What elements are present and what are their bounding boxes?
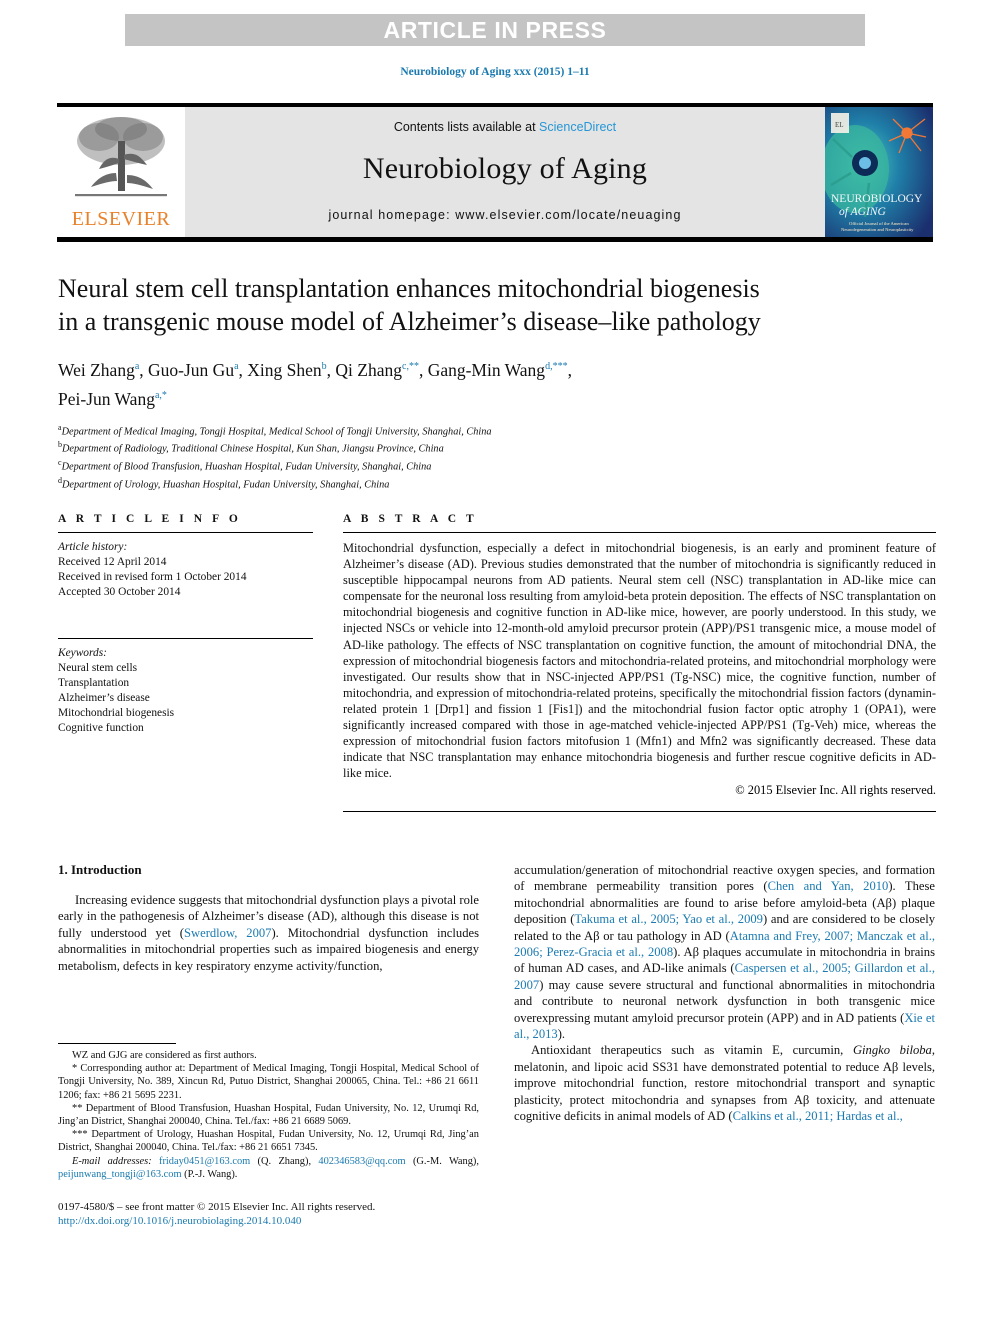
author-affiliation-mark: a [234,361,239,372]
citation-link[interactable]: Caspersen et al., 2005; Gillardon et al.… [514,961,935,991]
keyword-item: Neural stem cells [58,662,138,674]
abstract-heading: A B S T R A C T [343,513,478,525]
footnote-emails: E-mail addresses: friday0451@163.com (Q.… [58,1155,479,1180]
author-name: Wei Zhang [58,359,135,380]
abstract-text: Mitochondrial dysfunction, especially a … [343,541,936,781]
issn-line: 0197-4580/$ – see front matter © 2015 El… [58,1201,376,1213]
footnote-first-authors: WZ and GJG are considered as first autho… [72,1050,257,1061]
article-history-item: Received in revised form 1 October 2014 [58,571,247,583]
abstract-bottom-rule [343,811,936,813]
email-link[interactable]: friday0451@163.com [159,1156,250,1167]
cover-title-line1: NEUROBIOLOGY [831,193,923,205]
svg-text:EL: EL [835,121,844,129]
keyword-item: Transplantation [58,677,130,689]
elsevier-logo: ELSEVIER [57,107,185,237]
article-info-heading: A R T I C L E I N F O [58,513,242,525]
footnotes-block: WZ and GJG are considered as first autho… [58,1043,479,1181]
author-affiliation-mark: a,* [154,389,167,401]
abstract-copyright: © 2015 Elsevier Inc. All rights reserved… [735,783,936,798]
affiliation-item: aDepartment of Medical Imaging, Tongji H… [58,422,492,438]
journal-masthead: ELSEVIER Contents lists available at Sci… [57,103,933,242]
cover-title-line2: of AGING [839,206,886,218]
keyword-item: Cognitive function [58,722,144,734]
journal-cover-thumbnail: EL NEUROBIOLOGY of AGING Official Journa… [825,107,933,237]
affiliation-item: dDepartment of Urology, Huashan Hospital… [58,475,390,491]
keywords-label: Keywords: [58,647,107,659]
citation-link[interactable]: Chen and Yan, 2010 [768,879,889,893]
svg-text:Official Journal of the Americ: Official Journal of the American [849,221,909,226]
intro-paragraph-left: Increasing evidence suggests that mitoch… [58,893,479,973]
article-history-item: Received 12 April 2014 [58,556,167,568]
article-history-block: Article history: Received 12 April 2014 R… [58,532,313,600]
article-info-column: A R T I C L E I N F O Article history: R… [58,513,313,736]
sciencedirect-link[interactable]: ScienceDirect [539,120,616,134]
citation-link[interactable]: Calkins et al., 2011; Hardas et al., [733,1109,903,1123]
journal-title: Neurobiology of Aging [362,152,648,185]
affiliation-list: aDepartment of Medical Imaging, Tongji H… [58,421,938,492]
page-title: Neural stem cell transplantation enhance… [58,272,938,338]
citation-link[interactable]: Atamna and Frey, 2007; Manczak et al., 2… [514,929,935,959]
intro-paragraph-right-2: Antioxidant therapeutics such as vitamin… [514,1043,935,1124]
footnote-rule [58,1043,176,1044]
keyword-item: Alzheimer’s disease [58,692,150,704]
keywords-items: Neural stem cells Transplantation Alzheime… [58,661,313,736]
body-left-column: 1. Introduction Increasing evidence sugg… [58,862,479,974]
elsevier-tree-icon [75,117,167,197]
keyword-item: Mitochondrial biogenesis [58,707,175,719]
title-line-1: Neural stem cell transplantation enhance… [58,274,760,303]
affiliation-item: bDepartment of Radiology, Traditional Ch… [58,440,444,455]
journal-info-box: Contents lists available at ScienceDirec… [185,107,825,237]
author-list: Wei Zhanga, Guo-Jun Gua, Xing Shenb, Qi … [58,359,572,409]
title-line-2: in a transgenic mouse model of Alzheimer… [58,307,761,336]
keywords-block: Keywords: Neural stem cells Transplantati… [58,638,313,736]
journal-homepage-link[interactable]: journal homepage: www.elsevier.com/locat… [328,208,681,222]
intro-paragraph-right-1: accumulation/generation of mitochondrial… [514,863,936,1042]
author-name: Pei-Jun Wang [58,388,155,409]
footnote-corresponding-3: *** Department of Urology, Huashan Hospi… [58,1129,479,1154]
author-name: Guo-Jun Gu [148,359,235,380]
footnote-corresponding-1: * Corresponding author at: Department of… [58,1063,479,1101]
author-affiliation-mark: c,** [402,361,419,372]
article-in-press-banner: ARTICLE IN PRESS [125,14,865,46]
contents-available-line: Contents lists available at ScienceDirec… [394,120,616,134]
doi-link[interactable]: http://dx.doi.org/10.1016/j.neurobiolagi… [58,1214,488,1228]
colophon: 0197-4580/$ – see front matter © 2015 El… [58,1200,488,1228]
paper-page: ARTICLE IN PRESS Neurobiology of Aging x… [0,0,990,1320]
title-block: Neural stem cell transplantation enhance… [58,272,938,492]
author-name: Gang-Min Wang [427,359,546,380]
citation-link[interactable]: Xie et al., 2013 [514,1011,935,1041]
article-history-item: Accepted 30 October 2014 [58,586,181,598]
author-name: Xing Shen [247,359,322,380]
italic-term: Gingko biloba [852,1043,932,1058]
citation-link[interactable]: Swerdlow, 2007 [184,926,271,940]
elsevier-wordmark: ELSEVIER [71,208,171,230]
contents-prefix: Contents lists available at [393,120,540,134]
author-affiliation-mark: d,*** [545,361,568,372]
author-name: Qi Zhang [335,359,402,380]
running-head: Neurobiology of Aging xxx (2015) 1–11 [400,66,590,78]
svg-text:Neurodegeneration and Neuropla: Neurodegeneration and Neuroplasticity [841,227,914,232]
email-link[interactable]: 402346583@qq.com [318,1156,405,1167]
abstract-column: A B S T R A C T Mitochondrial dysfunctio… [343,513,936,813]
author-affiliation-mark: b [321,361,327,372]
email-link[interactable]: peijunwang_tongji@163.com [58,1169,182,1180]
footnote-corresponding-2: ** Department of Blood Transfusion, Huas… [58,1102,479,1128]
journal-cover-art: EL NEUROBIOLOGY of AGING Official Journa… [825,107,933,237]
article-in-press-label: ARTICLE IN PRESS [383,16,607,43]
article-history-label: Article history: [58,541,128,553]
author-affiliation-mark: a [134,361,140,372]
section-heading-introduction: 1. Introduction [58,862,142,877]
email-addresses-label: E-mail addresses: [72,1155,159,1167]
affiliation-item: cDepartment of Blood Transfusion, Huasha… [58,458,432,473]
article-history-items: Received 12 April 2014 Received in revise… [58,555,313,600]
citation-link[interactable]: Takuma et al., 2005; Yao et al., 2009 [574,912,763,926]
body-right-column: accumulation/generation of mitochondrial… [514,862,935,1125]
